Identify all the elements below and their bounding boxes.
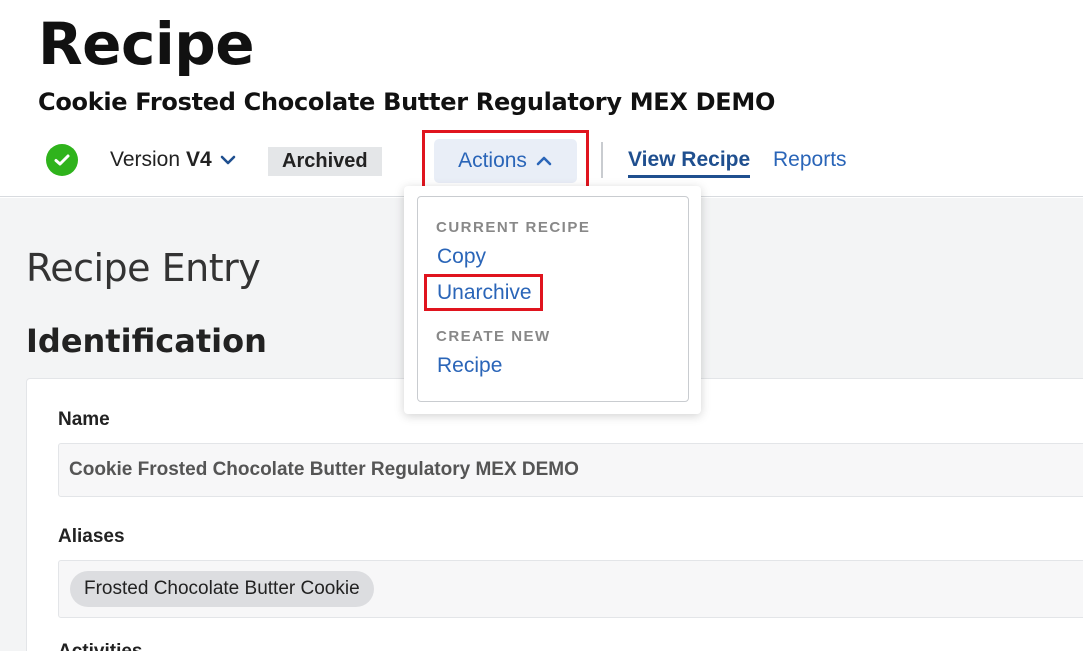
version-value: V4 bbox=[186, 148, 212, 171]
version-label: Version bbox=[110, 148, 181, 171]
menu-item-copy[interactable]: Copy bbox=[437, 245, 486, 269]
actions-label: Actions bbox=[458, 149, 527, 172]
name-field[interactable]: Cookie Frosted Chocolate Butter Regulato… bbox=[58, 443, 1083, 497]
alias-chip[interactable]: Frosted Chocolate Butter Cookie bbox=[70, 571, 374, 607]
menu-item-recipe[interactable]: Recipe bbox=[437, 354, 502, 378]
menu-item-unarchive[interactable]: Unarchive bbox=[437, 281, 532, 305]
chevron-up-icon bbox=[536, 156, 552, 166]
actions-menu: CURRENT RECIPE Copy Unarchive CREATE NEW… bbox=[417, 196, 689, 402]
aliases-field[interactable]: Frosted Chocolate Butter Cookie bbox=[58, 560, 1083, 618]
name-label: Name bbox=[58, 409, 110, 430]
menu-heading-current: CURRENT RECIPE bbox=[436, 219, 591, 236]
activities-label: Activities bbox=[58, 641, 142, 651]
status-badge: Archived bbox=[268, 147, 382, 176]
section-title: Recipe Entry bbox=[26, 246, 261, 290]
check-circle-icon bbox=[46, 144, 78, 176]
version-selector[interactable]: Version V4 bbox=[110, 148, 238, 172]
identification-title: Identification bbox=[26, 322, 267, 360]
tab-reports[interactable]: Reports bbox=[773, 148, 847, 172]
aliases-label: Aliases bbox=[58, 526, 125, 547]
actions-dropdown: CURRENT RECIPE Copy Unarchive CREATE NEW… bbox=[404, 186, 701, 414]
identification-card: Name Cookie Frosted Chocolate Butter Reg… bbox=[26, 378, 1083, 651]
page-title: Recipe bbox=[38, 10, 255, 78]
tab-view-recipe[interactable]: View Recipe bbox=[628, 148, 751, 178]
recipe-name: Cookie Frosted Chocolate Butter Regulato… bbox=[38, 88, 776, 116]
menu-heading-create: CREATE NEW bbox=[436, 328, 551, 345]
actions-button[interactable]: Actions bbox=[434, 139, 577, 183]
divider bbox=[601, 142, 603, 178]
name-value: Cookie Frosted Chocolate Butter Regulato… bbox=[69, 459, 579, 480]
chevron-down-icon bbox=[220, 155, 236, 165]
